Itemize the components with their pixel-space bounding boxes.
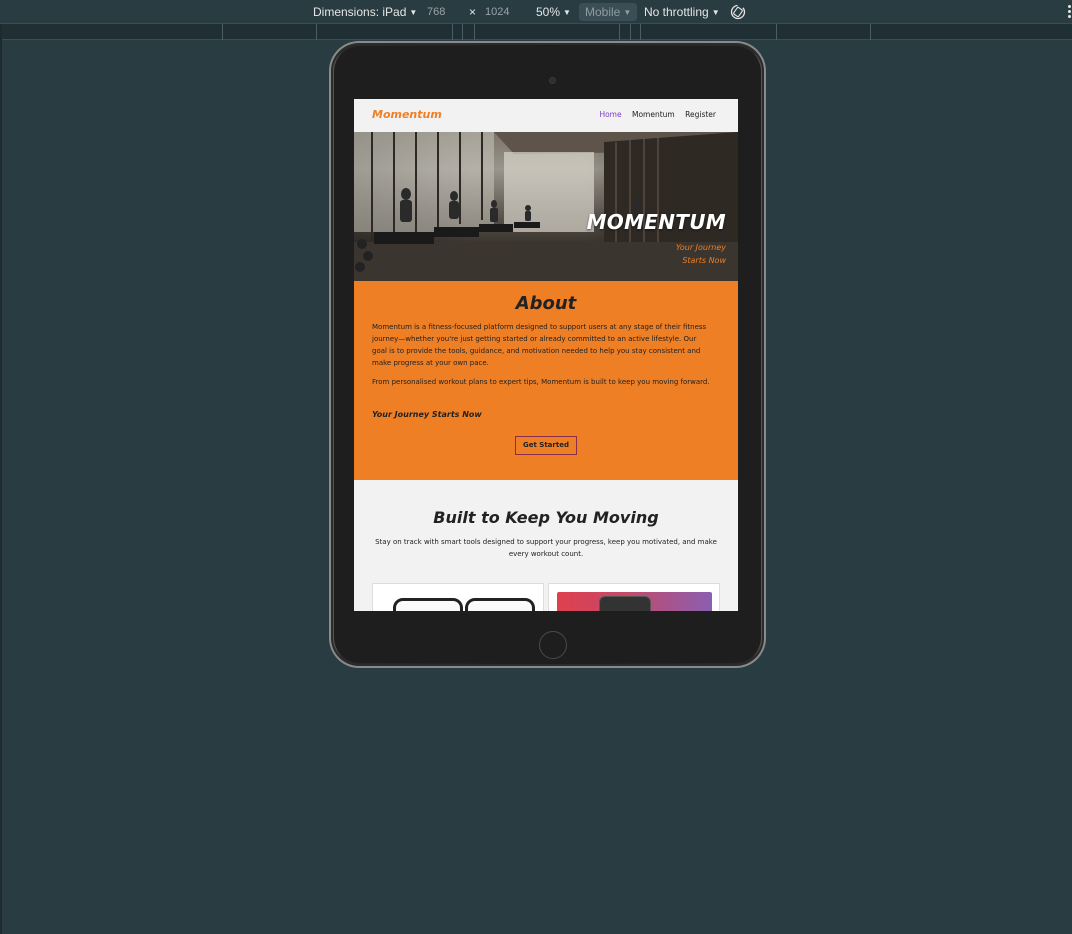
feature-card[interactable]	[548, 583, 720, 611]
ruler-divider	[630, 24, 631, 40]
phone-mockup-image	[599, 596, 651, 611]
about-paragraph-1: Momentum is a fitness-focused platform d…	[372, 323, 707, 367]
ruler-divider	[640, 24, 641, 40]
ruler-divider	[452, 24, 453, 40]
height-input[interactable]: 1024	[485, 4, 531, 20]
device-viewport[interactable]: Momentum Home Momentum Register MOMENTUM…	[354, 99, 738, 611]
about-paragraph-2: From personalised workout plans to exper…	[372, 378, 710, 386]
features-description: Stay on track with smart tools designed …	[375, 538, 717, 558]
media-query-ruler[interactable]	[2, 24, 1072, 40]
zoom-label: 50%	[536, 5, 561, 19]
chevron-down-icon: ▼	[711, 8, 720, 17]
feature-card[interactable]	[372, 583, 544, 611]
chevron-down-icon: ▼	[563, 8, 571, 17]
hero-banner: MOMENTUM Your Journey Starts Now	[354, 132, 738, 281]
ruler-divider	[316, 24, 317, 40]
nav-link-home[interactable]: Home	[599, 110, 621, 119]
chevron-down-icon: ▼	[409, 8, 418, 17]
times-icon: ×	[469, 5, 477, 19]
camera-icon	[549, 77, 556, 84]
panel-edge	[0, 24, 2, 934]
throttling-label: No throttling	[644, 5, 709, 19]
get-started-button[interactable]: Get Started	[515, 436, 577, 455]
nav-link-register[interactable]: Register	[685, 110, 716, 119]
device-dimensions-label: Dimensions: iPad	[313, 5, 407, 19]
throttling-dropdown[interactable]: No throttling ▼	[644, 5, 720, 20]
zoom-dropdown[interactable]: 50% ▼	[536, 5, 571, 20]
rotate-icon[interactable]	[729, 3, 747, 21]
about-section: About Momentum is a fitness-focused plat…	[354, 281, 738, 480]
about-heading: About	[515, 293, 577, 314]
hero-subtitle: Your Journey Starts Now	[675, 243, 726, 265]
ruler-divider	[619, 24, 620, 40]
more-options-icon[interactable]	[1068, 5, 1072, 19]
features-section: Built to Keep You Moving Stay on track w…	[354, 480, 738, 611]
device-type-dropdown[interactable]: Mobile ▼	[579, 3, 638, 21]
home-button-icon	[539, 631, 567, 659]
phone-mockup-image	[393, 598, 463, 611]
nav-links: Home Momentum Register	[591, 110, 716, 119]
features-heading: Built to Keep You Moving	[433, 508, 659, 527]
ruler-divider	[474, 24, 475, 40]
width-input[interactable]: 768	[427, 4, 473, 20]
nav-link-momentum[interactable]: Momentum	[632, 110, 675, 119]
device-type-label: Mobile	[585, 5, 621, 19]
device-dimensions-dropdown[interactable]: Dimensions: iPad ▼	[313, 5, 417, 20]
about-tagline: Your Journey Starts Now	[372, 410, 482, 419]
ruler-divider	[222, 24, 223, 40]
phone-mockup-image	[465, 598, 535, 611]
devtools-toolbar: Dimensions: iPad ▼ 768 × 1024 50% ▼ Mobile…	[0, 0, 1072, 24]
chevron-down-icon: ▼	[623, 8, 632, 17]
site-navbar: Momentum Home Momentum Register	[354, 99, 738, 132]
ruler-divider	[776, 24, 777, 40]
site-logo[interactable]: Momentum	[372, 108, 442, 121]
hero-title: MOMENTUM	[586, 210, 726, 234]
ruler-divider	[462, 24, 463, 40]
ruler-divider	[870, 24, 871, 40]
